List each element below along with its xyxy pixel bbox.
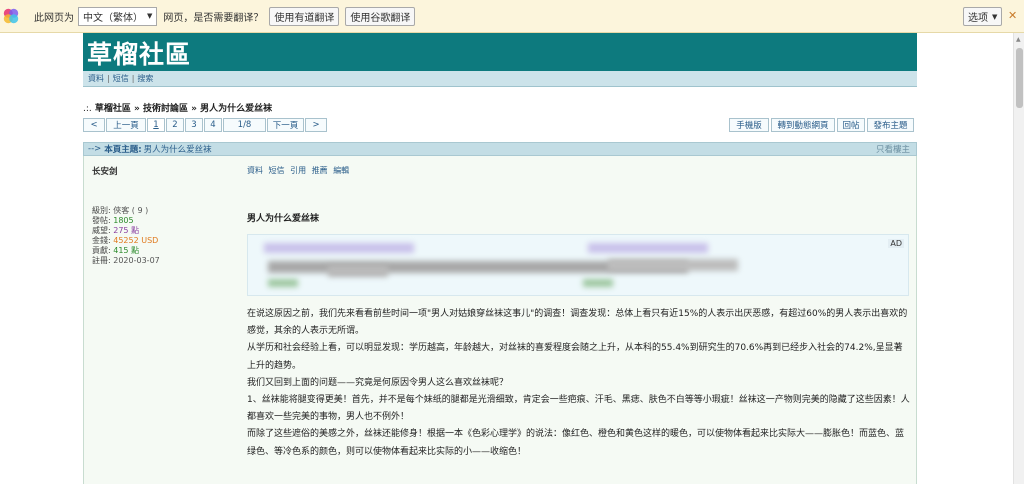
prev-page-button[interactable]: 上一頁 (106, 118, 146, 132)
post-link-recommend[interactable]: 推薦 (312, 166, 328, 175)
post: 长安剑 級別: 俠客 ( 9 ) 發帖: 1805 威望: 275 點 金錢: … (83, 156, 917, 484)
user-registered: 註冊: 2020-03-07 (92, 256, 160, 265)
dynamic-page-button[interactable]: 轉到動態網頁 (771, 118, 835, 132)
post-link-message[interactable]: 短信 (269, 166, 285, 175)
thread-title: 男人为什么爱丝袜 (143, 145, 212, 155)
reply-button[interactable]: 回帖 (837, 118, 865, 132)
first-page-button[interactable]: < (83, 118, 105, 132)
post-paragraph: 而除了这些遮俗的美感之外，丝袜还能修身！根据一本《色彩心理学》的说法：像红色、橙… (247, 429, 905, 457)
translate-question: 网页，是否需要翻译？ (163, 12, 264, 24)
ad-blur-block (328, 265, 388, 277)
post-link-quote[interactable]: 引用 (290, 166, 306, 175)
page-indicator[interactable]: 1/8 (223, 118, 266, 132)
post-author[interactable]: 长安剑 (92, 165, 118, 177)
page-link[interactable]: 3 (185, 118, 203, 132)
breadcrumb-item-home[interactable]: 草榴社區 (95, 104, 131, 114)
only-author-link[interactable]: 只看樓主 (876, 143, 910, 155)
new-topic-button[interactable]: 發布主題 (867, 118, 914, 132)
user-money: 金錢: 45252 USD (92, 236, 159, 245)
youdao-translate-button[interactable]: 使用有道翻译 (269, 6, 340, 26)
translate-bar: 此网页为 中文（繁体） ▼ 网页，是否需要翻译？ 使用有道翻译 使用谷歌翻译 (0, 0, 1024, 33)
ad-label: AD (888, 239, 904, 248)
post-paragraph: 从学历和社会经验上看，可以明显发现：学历越高，年龄越大，对丝袜的喜爱程度会随之上… (247, 343, 903, 371)
thread-actions: 手機版 轉到動態網頁 回帖 發布主題 (727, 118, 914, 132)
language-value: 中文（繁体） (83, 12, 143, 24)
page-link[interactable]: 1 (147, 118, 165, 132)
translate-options-button[interactable]: 选项 ▼ (963, 7, 1003, 26)
post-paragraph: 1、丝袜能将腿变得更美！首先，并不是每个妹纸的腿都是光滑细致，肯定会一些疤痕、汗… (247, 395, 910, 423)
advertisement[interactable]: AD (247, 234, 909, 296)
nav-link-profile[interactable]: 資料 (88, 73, 104, 84)
sub-navigation: 資料 | 短信 | 搜索 (83, 71, 917, 87)
options-label: 选项 (968, 13, 988, 24)
translate-logo-icon (3, 8, 19, 24)
post-links: 資料 短信 引用 推薦 編輯 (247, 165, 352, 176)
scroll-up-icon[interactable]: ▲ (1016, 36, 1021, 43)
forum-header: 草榴社區 資料 | 短信 | 搜索 (83, 33, 917, 87)
ad-blur-block (268, 279, 298, 287)
nav-link-messages[interactable]: 短信 (113, 73, 129, 84)
user-prestige: 威望: 275 點 (92, 226, 140, 235)
chevron-down-icon: ▼ (147, 12, 153, 20)
ad-blur-block (264, 243, 414, 253)
post-paragraph: 在说这原因之前，我们先来看看前些时间一项"男人对姑娘穿丝袜这事儿"的调查！调查发… (247, 309, 908, 337)
mobile-version-button[interactable]: 手機版 (729, 118, 769, 132)
site-banner: 草榴社區 (83, 33, 917, 71)
scrollbar[interactable]: ▲ (1013, 33, 1024, 484)
next-page-button[interactable]: 下一頁 (267, 118, 304, 132)
chevron-down-icon: ▼ (992, 12, 998, 21)
user-level: 級別: 俠客 ( 9 ) (92, 206, 149, 215)
pagination: < 上一頁 1 2 3 4 1/8 下一頁 > (83, 118, 328, 132)
user-posts: 發帖: 1805 (92, 216, 134, 225)
nav-link-search[interactable]: 搜索 (137, 73, 153, 84)
close-icon[interactable]: ✕ (1008, 9, 1017, 22)
breadcrumb: .:. 草榴社區 » 技術討論區 » 男人为什么爱丝袜 (83, 104, 273, 114)
page-link[interactable]: 2 (166, 118, 184, 132)
scrollbar-thumb[interactable] (1016, 48, 1023, 108)
language-select[interactable]: 中文（繁体） ▼ (78, 6, 158, 26)
thread-header: --> 本頁主題: 男人为什么爱丝袜 只看樓主 (83, 142, 917, 156)
translate-prompt: 此网页为 (34, 12, 74, 24)
ad-blur-block (608, 259, 738, 271)
site-title[interactable]: 草榴社區 (87, 35, 191, 71)
ad-blur-block (583, 279, 613, 287)
thread-label: 本頁主題: (104, 145, 142, 155)
post-paragraph: 我们又回到上面的问题——究竟是何原因令男人这么喜欢丝袜呢？ (247, 377, 509, 388)
breadcrumb-prefix: .:. (83, 104, 92, 114)
last-page-button[interactable]: > (305, 118, 327, 132)
thread-arrow: --> (88, 144, 102, 154)
post-link-profile[interactable]: 資料 (247, 166, 263, 175)
google-translate-button[interactable]: 使用谷歌翻译 (345, 6, 416, 26)
user-info: 級別: 俠客 ( 9 ) 發帖: 1805 威望: 275 點 金錢: 4525… (92, 206, 160, 266)
user-contribution: 貢獻: 415 點 (92, 246, 140, 255)
page-link[interactable]: 4 (204, 118, 222, 132)
post-body: 在说这原因之前，我们先来看看前些时间一项"男人对姑娘穿丝袜这事儿"的调查！调查发… (247, 306, 911, 461)
post-link-edit[interactable]: 編輯 (333, 166, 349, 175)
breadcrumb-item-forum[interactable]: 技術討論區 (143, 104, 188, 114)
post-title: 男人为什么爱丝袜 (247, 214, 320, 224)
breadcrumb-current: 男人为什么爱丝袜 (200, 104, 273, 114)
ad-blur-block (588, 243, 708, 253)
